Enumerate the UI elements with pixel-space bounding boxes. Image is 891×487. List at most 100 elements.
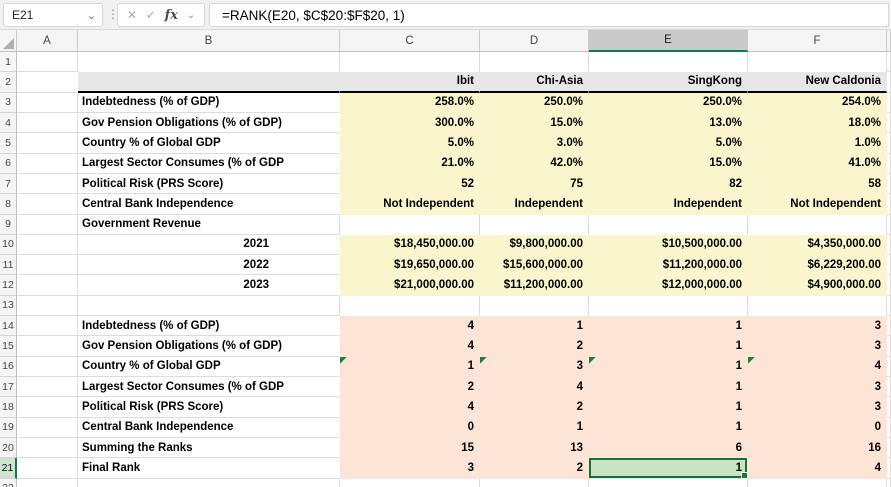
column-header-G-partial[interactable] — [887, 30, 891, 52]
row-header-14[interactable]: 14 — [0, 316, 17, 337]
cell-E18[interactable]: 1 — [589, 397, 748, 418]
cell-C16[interactable]: 1 — [340, 356, 480, 377]
cell-A21[interactable] — [17, 458, 78, 479]
cell-D5[interactable]: 3.0% — [480, 133, 589, 154]
cell-B20[interactable]: Summing the Ranks — [78, 437, 340, 459]
cell-B13[interactable] — [78, 295, 340, 317]
cell-G12[interactable] — [887, 275, 891, 296]
cell-F5[interactable]: 1.0% — [748, 133, 887, 154]
cell-C19[interactable]: 0 — [340, 417, 480, 438]
cell-G3[interactable] — [887, 92, 891, 113]
cell-E7[interactable]: 82 — [589, 173, 748, 195]
cell-B8[interactable]: Central Bank Independence — [78, 194, 340, 215]
cell-G6[interactable] — [887, 153, 891, 174]
cell-G17[interactable] — [887, 377, 891, 398]
row-header-4[interactable]: 4 — [0, 112, 17, 134]
row-header-11[interactable]: 11 — [0, 255, 17, 276]
cell-A4[interactable] — [17, 112, 78, 134]
cell-F8[interactable]: Not Independent — [748, 194, 887, 215]
row-header-22[interactable]: 22 — [0, 478, 17, 487]
cell-D15[interactable]: 2 — [480, 336, 589, 357]
cell-A17[interactable] — [17, 377, 78, 398]
cell-E9[interactable] — [589, 214, 748, 235]
cell-C20[interactable]: 15 — [340, 437, 480, 459]
cell-F9[interactable] — [748, 214, 887, 235]
cell-B10[interactable]: 2021 — [78, 234, 340, 256]
fill-handle[interactable] — [741, 471, 747, 478]
cell-D7[interactable]: 75 — [480, 173, 589, 195]
cell-B22[interactable] — [78, 478, 340, 487]
cell-A3[interactable] — [17, 92, 78, 113]
row-header-8[interactable]: 8 — [0, 194, 17, 215]
cell-G13[interactable] — [887, 295, 891, 317]
cell-G22[interactable] — [887, 478, 891, 487]
cell-E5[interactable]: 5.0% — [589, 133, 748, 154]
cell-C3[interactable]: 258.0% — [340, 92, 480, 113]
cell-A12[interactable] — [17, 275, 78, 296]
cell-D19[interactable]: 1 — [480, 417, 589, 438]
cell-F20[interactable]: 16 — [748, 437, 887, 459]
cell-D6[interactable]: 42.0% — [480, 153, 589, 174]
cell-B6[interactable]: Largest Sector Consumes (% of GDP — [78, 153, 340, 174]
cell-B14[interactable]: Indebtedness (% of GDP) — [78, 316, 340, 337]
cell-B3[interactable]: Indebtedness (% of GDP) — [78, 92, 340, 113]
row-header-16[interactable]: 16 — [0, 356, 17, 377]
cell-A1[interactable] — [17, 52, 78, 73]
row-header-9[interactable]: 9 — [0, 214, 17, 235]
cell-B15[interactable]: Gov Pension Obligations (% of GDP) — [78, 336, 340, 357]
cell-G7[interactable] — [887, 173, 891, 195]
cell-G10[interactable] — [887, 234, 891, 256]
cell-F18[interactable]: 3 — [748, 397, 887, 418]
select-all-corner[interactable] — [0, 30, 17, 52]
cell-E20[interactable]: 6 — [589, 437, 748, 459]
cell-F1[interactable] — [748, 52, 887, 73]
cell-D13[interactable] — [480, 295, 589, 317]
cell-F14[interactable]: 3 — [748, 316, 887, 337]
row-header-19[interactable]: 19 — [0, 417, 17, 438]
cell-D9[interactable] — [480, 214, 589, 235]
cell-D17[interactable]: 4 — [480, 377, 589, 398]
cell-C6[interactable]: 21.0% — [340, 153, 480, 174]
cell-F19[interactable]: 0 — [748, 417, 887, 438]
cell-D4[interactable]: 15.0% — [480, 112, 589, 134]
cell-E16[interactable]: 1 — [589, 356, 748, 377]
column-header-C[interactable]: C — [340, 30, 480, 52]
cell-E2[interactable]: SingKong — [589, 72, 748, 93]
cell-E8[interactable]: Independent — [589, 194, 748, 215]
chevron-down-icon[interactable]: ⌄ — [187, 10, 195, 21]
cell-B2[interactable] — [78, 72, 340, 93]
cell-F2[interactable]: New Caldonia — [748, 72, 887, 93]
cell-C2[interactable]: Ibit — [340, 72, 480, 93]
cell-E3[interactable]: 250.0% — [589, 92, 748, 113]
cell-F3[interactable]: 254.0% — [748, 92, 887, 113]
cell-A19[interactable] — [17, 417, 78, 438]
cell-D8[interactable]: Independent — [480, 194, 589, 215]
cell-A2[interactable] — [17, 72, 78, 93]
cell-G15[interactable] — [887, 336, 891, 357]
cell-C9[interactable] — [340, 214, 480, 235]
cell-E11[interactable]: $11,200,000.00 — [589, 255, 748, 276]
cell-G21[interactable] — [887, 458, 891, 479]
cell-G5[interactable] — [887, 133, 891, 154]
cell-B18[interactable]: Political Risk (PRS Score) — [78, 397, 340, 418]
cell-D3[interactable]: 250.0% — [480, 92, 589, 113]
cell-F10[interactable]: $4,350,000.00 — [748, 234, 887, 256]
name-box[interactable]: E21 ⌄ — [3, 3, 103, 27]
cell-A6[interactable] — [17, 153, 78, 174]
cell-F13[interactable] — [748, 295, 887, 317]
column-header-F[interactable]: F — [748, 30, 887, 52]
row-header-1[interactable]: 1 — [0, 52, 17, 73]
cell-B1[interactable] — [78, 52, 340, 73]
cell-F22[interactable] — [748, 478, 887, 487]
cell-F16[interactable]: 4 — [748, 356, 887, 377]
row-header-10[interactable]: 10 — [0, 234, 17, 256]
cell-D20[interactable]: 13 — [480, 437, 589, 459]
cell-D21[interactable]: 2 — [480, 458, 589, 479]
cell-A9[interactable] — [17, 214, 78, 235]
row-header-6[interactable]: 6 — [0, 153, 17, 174]
cell-E14[interactable]: 1 — [589, 316, 748, 337]
cell-F21[interactable]: 4 — [748, 458, 887, 479]
row-header-18[interactable]: 18 — [0, 397, 17, 418]
cell-E15[interactable]: 1 — [589, 336, 748, 357]
cell-B11[interactable]: 2022 — [78, 255, 340, 276]
